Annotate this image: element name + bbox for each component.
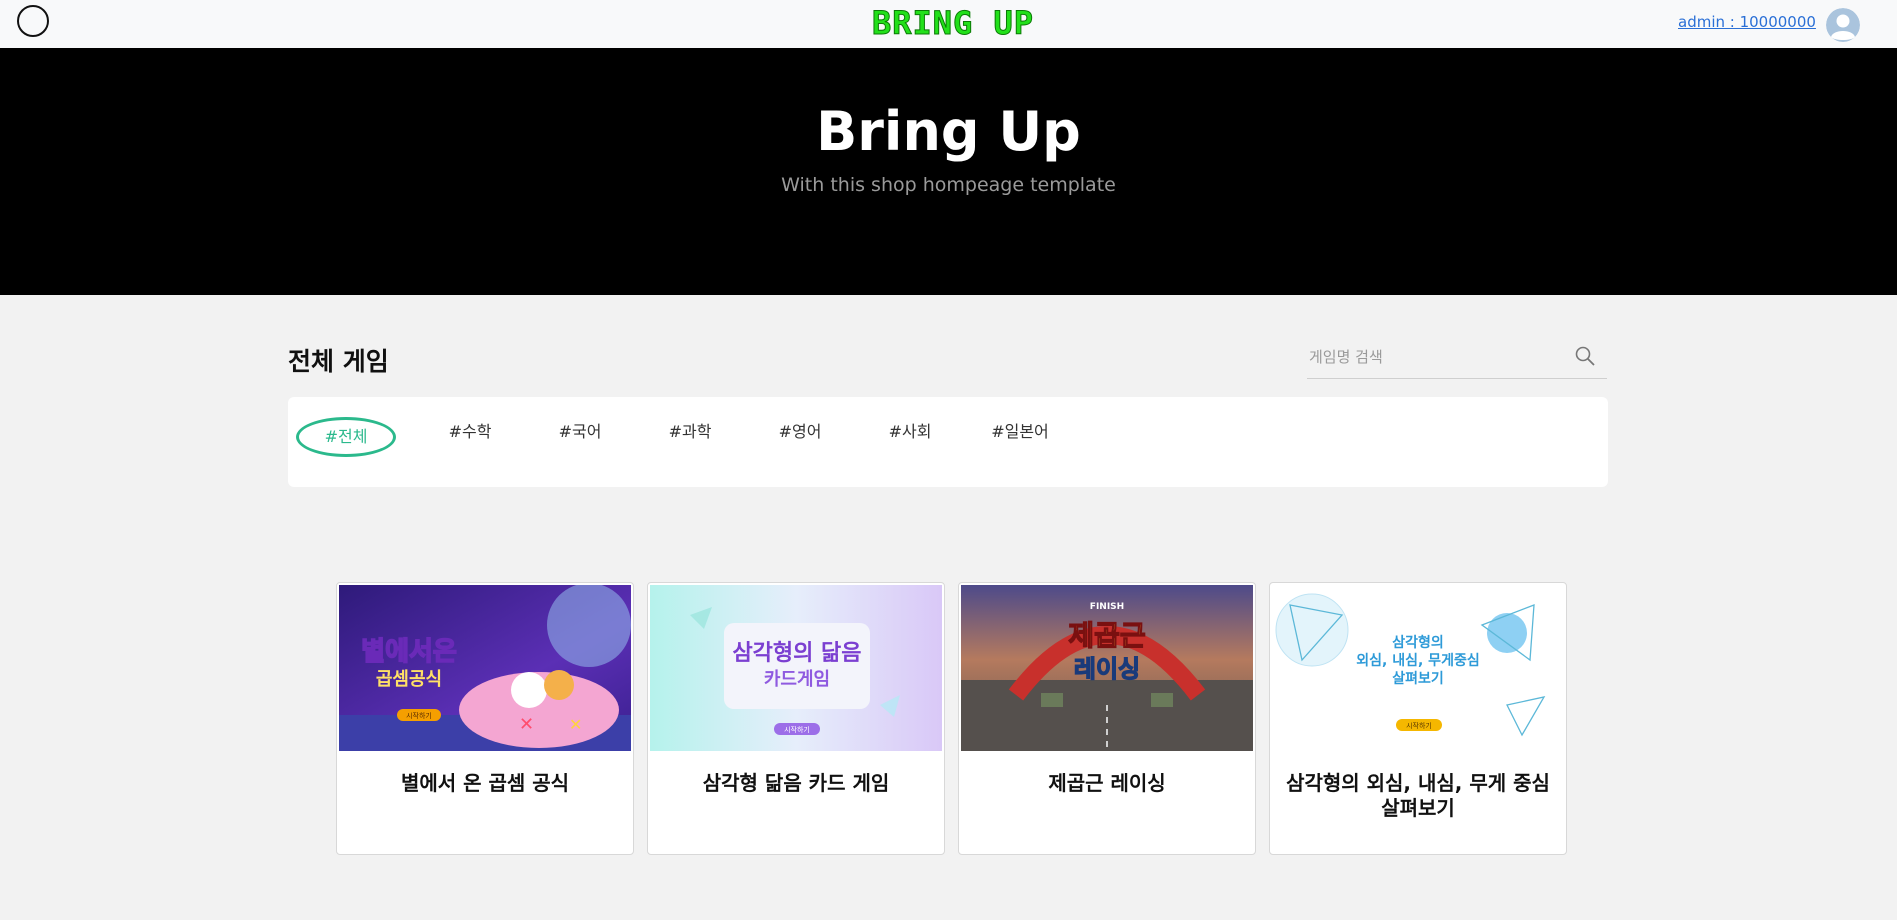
svg-text:별에서온: 별에서온: [361, 637, 457, 667]
menu-circle-button[interactable]: [17, 5, 49, 37]
top-nav-bar: BRING UP admin : 10000000: [0, 0, 1897, 48]
tag-korean[interactable]: #국어: [540, 414, 620, 450]
game-thumbnail[interactable]: 삼각형의 닮음 카드게임 시작하기: [650, 585, 942, 751]
svg-text:외심, 내심, 무게중심: 외심, 내심, 무게중심: [1356, 652, 1479, 669]
search-input[interactable]: [1307, 342, 1571, 372]
game-title: 삼각형의 외심, 내심, 무게 중심 살펴보기: [1286, 771, 1550, 820]
svg-text:곱셈공식: 곱셈공식: [376, 669, 442, 690]
category-filter-bar: #전체 #수학 #국어 #과학 #영어 #사회 #일본어: [288, 397, 1608, 487]
svg-text:카드게임: 카드게임: [764, 669, 830, 690]
bring-up-logo[interactable]: BRING UP: [856, 4, 1050, 42]
svg-text:제곱근: 제곱근: [1068, 619, 1145, 652]
admin-points-link[interactable]: admin : 10000000: [1678, 13, 1816, 31]
svg-text:BRING UP: BRING UP: [872, 4, 1034, 42]
game-thumbnail[interactable]: FINISH 제곱근 레이싱: [961, 585, 1253, 751]
svg-text:살펴보기: 살펴보기: [1392, 670, 1444, 687]
section-title: 전체 게임: [288, 347, 389, 376]
tag-social[interactable]: #사회: [870, 414, 950, 450]
game-title: 별에서 온 곱셈 공식: [400, 771, 570, 795]
search-bar: [1307, 338, 1607, 379]
tag-all[interactable]: #전체: [296, 417, 396, 457]
tag-japanese[interactable]: #일본어: [970, 414, 1070, 450]
svg-text:✕: ✕: [569, 715, 582, 734]
game-title: 제곱근 레이싱: [1048, 771, 1166, 795]
svg-text:레이싱: 레이싱: [1074, 655, 1140, 683]
game-card[interactable]: FINISH 제곱근 레이싱 제곱근 레이싱: [958, 582, 1256, 855]
svg-text:시작하기: 시작하기: [784, 725, 810, 734]
search-icon[interactable]: [1573, 344, 1597, 368]
svg-text:✕: ✕: [519, 714, 534, 735]
tag-math[interactable]: #수학: [430, 414, 510, 450]
svg-text:삼각형의 닮음: 삼각형의 닮음: [732, 641, 861, 666]
game-card[interactable]: 삼각형의 닮음 카드게임 시작하기 삼각형 닮음 카드 게임: [647, 582, 945, 855]
game-card[interactable]: 삼각형의 외심, 내심, 무게중심 살펴보기 시작하기 삼각형의 외심, 내심,…: [1269, 582, 1567, 855]
hero-title: Bring Up: [816, 100, 1081, 163]
hero-subtitle: With this shop hompeage template: [781, 174, 1116, 196]
svg-text:시작하기: 시작하기: [406, 711, 432, 720]
tag-english[interactable]: #영어: [760, 414, 840, 450]
game-thumbnail[interactable]: 별에서온 곱셈공식 시작하기 ✕ ✕: [339, 585, 631, 751]
svg-text:FINISH: FINISH: [1090, 602, 1124, 612]
svg-text:삼각형의: 삼각형의: [1392, 634, 1444, 651]
hero-banner: Bring Up With this shop hompeage templat…: [0, 48, 1897, 295]
svg-text:시작하기: 시작하기: [1406, 721, 1432, 730]
user-avatar-icon[interactable]: [1826, 8, 1860, 42]
tag-science[interactable]: #과학: [650, 414, 730, 450]
game-thumbnail[interactable]: 삼각형의 외심, 내심, 무게중심 살펴보기 시작하기: [1272, 585, 1564, 751]
game-title: 삼각형 닮음 카드 게임: [702, 771, 890, 795]
game-card[interactable]: 별에서온 곱셈공식 시작하기 ✕ ✕ 별에서 온 곱셈 공식: [336, 582, 634, 855]
